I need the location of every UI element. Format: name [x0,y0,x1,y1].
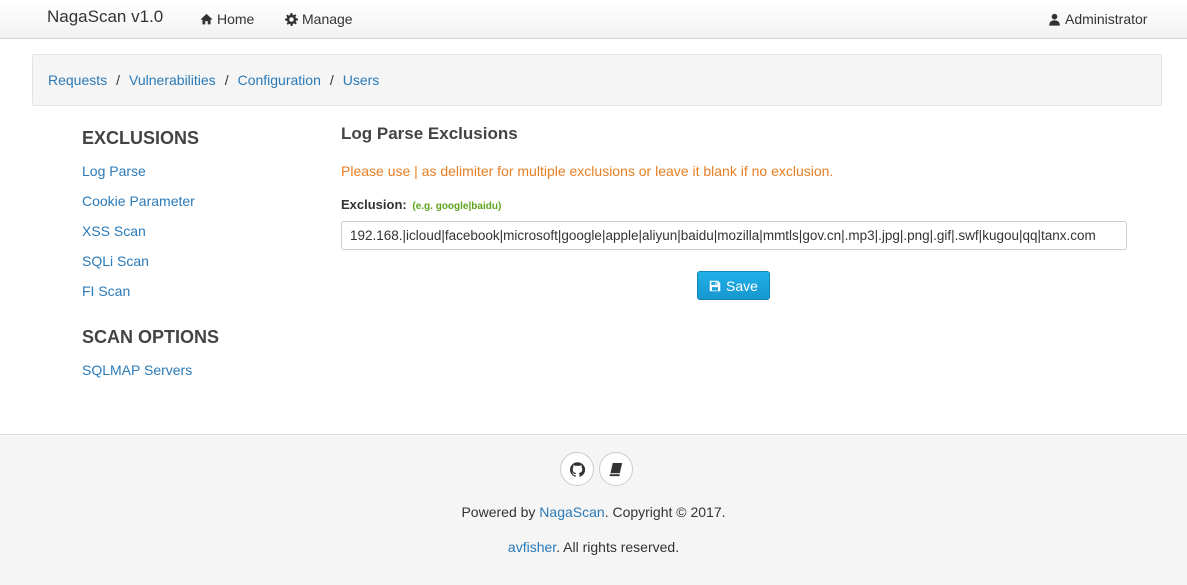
scan-options-heading: SCAN OPTIONS [82,327,220,347]
nav-manage-link[interactable]: Manage [285,11,353,27]
exclusion-hint: (e.g. google|baidu) [412,201,502,212]
sidebar-item-log-parse[interactable]: Log Parse [82,163,146,179]
sidebar-item-fi-scan[interactable]: FI Scan [82,283,130,299]
user-menu-label: Administrator [1065,11,1148,27]
breadcrumb-users[interactable]: Users [343,72,380,88]
home-icon [200,13,213,24]
sidebar-item-cookie-parameter[interactable]: Cookie Parameter [82,193,195,209]
user-menu-link[interactable]: Administrator [1048,11,1147,27]
nav-manage-label: Manage [302,11,353,27]
github-button[interactable] [560,452,594,486]
user-icon [1049,13,1060,26]
gear-icon [285,12,298,26]
book-icon [609,462,622,476]
save-button-label: Save [726,277,758,294]
breadcrumb-separator: / [116,72,121,88]
sidebar-item-sqli-scan[interactable]: SQLi Scan [82,253,149,269]
save-button[interactable]: Save [697,271,770,300]
copyright-text: . Copyright © 2017. [604,504,726,520]
nagascan-link[interactable]: NagaScan [539,504,604,520]
powered-by-line: Powered by NagaScan. Copyright © 2017. [0,504,1187,520]
rights-text: . All rights reserved. [556,539,680,555]
brand-logo-text[interactable]: NagaScan v1.0 [47,7,163,27]
exclusion-input[interactable] [341,221,1127,250]
footer: Powered by NagaScan. Copyright © 2017. a… [0,434,1187,585]
documentation-button[interactable] [599,452,633,486]
nav-home-label: Home [217,11,255,27]
sidebar-item-sqlmap-servers[interactable]: SQLMAP Servers [82,362,192,378]
page-title: Log Parse Exclusions [341,124,518,143]
breadcrumb-vulnerabilities[interactable]: Vulnerabilities [129,72,216,88]
breadcrumb-separator: / [329,72,334,88]
powered-prefix: Powered by [461,504,540,520]
floppy-disk-icon [709,280,721,291]
breadcrumb: Requests / Vulnerabilities / Configurati… [32,54,1162,106]
breadcrumb-requests[interactable]: Requests [48,72,107,88]
top-navbar: NagaScan v1.0 Home Manage Administrator [0,0,1187,39]
github-icon [569,461,585,477]
rights-line: avfisher. All rights reserved. [0,539,1187,555]
delimiter-notice: Please use | as delimiter for multiple e… [341,163,834,179]
nav-home-link[interactable]: Home [200,11,254,27]
breadcrumb-configuration[interactable]: Configuration [238,72,321,88]
breadcrumb-separator: / [224,72,229,88]
sidebar-item-xss-scan[interactable]: XSS Scan [82,223,146,239]
author-link[interactable]: avfisher [508,539,556,555]
exclusion-label-text: Exclusion: [341,197,407,212]
exclusion-field-label: Exclusion: (e.g. google|baidu) [341,197,501,212]
exclusions-heading: EXCLUSIONS [82,128,200,148]
